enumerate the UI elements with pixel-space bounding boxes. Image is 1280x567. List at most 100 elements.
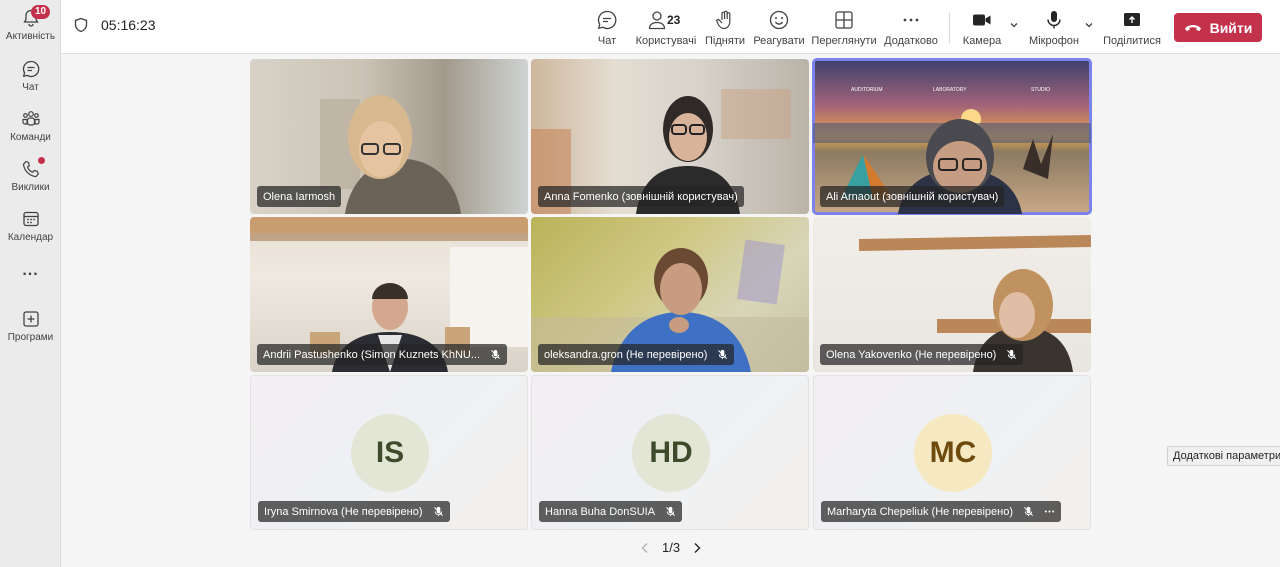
participant-name: Olena Iarmosh <box>263 190 336 203</box>
microphone-icon <box>1047 11 1061 29</box>
shield-icon[interactable] <box>73 17 89 33</box>
leave-button[interactable]: Вийти <box>1174 13 1262 42</box>
hang-up-icon <box>1184 24 1201 31</box>
participant-nameplate: Marharyta Chepeliuk (Не перевірено) <box>821 501 1062 522</box>
toolbar-divider <box>949 12 950 44</box>
leave-label: Вийти <box>1209 19 1253 36</box>
rail-calendar-label: Календар <box>7 232 54 243</box>
mic-off-icon <box>1024 506 1033 517</box>
rail-apps[interactable]: Програми <box>0 309 61 343</box>
mic-off-icon <box>491 349 500 360</box>
rail-chat[interactable]: Чат <box>0 59 61 93</box>
rail-activity-label: Активність <box>5 31 56 42</box>
rail-teams[interactable]: Команди <box>0 109 61 143</box>
avatar: IS <box>351 414 429 492</box>
share-button[interactable]: Поділитися <box>1103 9 1161 47</box>
people-count: 23 <box>667 13 681 27</box>
rail-calls[interactable]: Виклики <box>0 157 61 193</box>
meeting-toolbar: 05:16:23 Чат 23 Користувачі Підняти Реаг… <box>61 0 1280 54</box>
participant-name: Marharyta Chepeliuk (Не перевірено) <box>827 505 1014 518</box>
rail-teams-label: Команди <box>10 132 51 143</box>
raise-hand-label: Підняти <box>705 35 745 47</box>
camera-options-chevron-icon[interactable] <box>1009 20 1019 30</box>
chevron-right-icon[interactable] <box>692 542 702 554</box>
gallery-pager: 1/3 <box>640 540 702 555</box>
participant-nameplate: Anna Fomenko (зовнішній користувач) <box>538 186 744 207</box>
more-actions-button[interactable]: Додатково <box>884 9 938 47</box>
participant-tile-0[interactable]: Olena Iarmosh <box>250 59 528 214</box>
participant-nameplate: Olena Yakovenko (Не перевірено) <box>820 344 1024 365</box>
participant-tile-8[interactable]: MC Marharyta Chepeliuk (Не перевірено) <box>813 375 1091 530</box>
more-icon: ... <box>22 262 39 279</box>
camera-label: Камера <box>962 35 1002 47</box>
participant-nameplate: Iryna Smirnova (Не перевірено) <box>258 501 450 522</box>
avatar: MC <box>914 414 992 492</box>
participant-nameplate: Olena Iarmosh <box>257 186 342 207</box>
slide-label-auditorium: AUDITORIUM <box>851 87 883 93</box>
more-options-tooltip: Додаткові параметри <box>1167 446 1280 466</box>
more-horizontal-icon <box>903 18 919 22</box>
meeting-timer: 05:16:23 <box>73 17 156 33</box>
people-button-label: Користувачі <box>635 35 697 47</box>
view-button[interactable]: Переглянути <box>811 9 877 47</box>
camera-icon <box>973 14 991 26</box>
participant-tile-5[interactable]: Olena Yakovenko (Не перевірено) <box>813 217 1091 372</box>
microphone-button[interactable]: Мікрофон <box>1028 9 1080 47</box>
chat-icon <box>22 60 39 78</box>
mic-off-icon <box>433 506 443 517</box>
mic-off-icon <box>1007 349 1017 360</box>
participant-nameplate: Andrii Pastushenko (Simon Kuznets KhNU..… <box>257 344 508 365</box>
teams-icon <box>21 111 40 126</box>
chat-icon <box>597 10 617 30</box>
microphone-options-chevron-icon[interactable] <box>1084 20 1094 30</box>
participant-tile-3[interactable]: Andrii Pastushenko (Simon Kuznets KhNU..… <box>250 217 528 372</box>
participant-name: Andrii Pastushenko (Simon Kuznets KhNU..… <box>263 348 481 361</box>
participant-tile-1[interactable]: Anna Fomenko (зовнішній користувач) <box>531 59 809 214</box>
participant-name: Olena Yakovenko (Не перевірено) <box>826 348 997 361</box>
view-label: Переглянути <box>811 35 877 47</box>
participant-tile-4[interactable]: oleksandra.gron (Не перевірено) <box>531 217 809 372</box>
slide-label-studio: STUDIO <box>1031 87 1050 93</box>
grid-view-icon <box>835 11 853 29</box>
people-icon <box>648 11 666 30</box>
smiley-icon <box>769 10 789 30</box>
chat-button[interactable]: Чат <box>592 9 622 47</box>
share-label: Поділитися <box>1103 35 1161 47</box>
raise-hand-button[interactable]: Підняти <box>705 9 745 47</box>
participant-name: Anna Fomenko (зовнішній користувач) <box>544 190 738 203</box>
react-button[interactable]: Реагувати <box>753 9 805 47</box>
participant-tile-7[interactable]: HD Hanna Buha DonSUIA <box>531 375 809 530</box>
chevron-left-icon[interactable] <box>640 542 650 554</box>
rail-calls-label: Виклики <box>11 182 50 193</box>
rail-activity[interactable]: 10 Активність <box>0 5 61 42</box>
participant-name: oleksandra.gron (Не перевірено) <box>544 348 708 361</box>
add-apps-icon <box>22 311 39 327</box>
rail-apps-label: Програми <box>7 332 54 343</box>
chat-button-label: Чат <box>597 35 617 47</box>
app-rail: 10 Активність Чат Команди Виклики Календ… <box>0 0 61 567</box>
raise-hand-icon <box>716 10 731 30</box>
microphone-label: Мікрофон <box>1029 35 1079 47</box>
react-label: Реагувати <box>753 35 805 47</box>
participant-nameplate: Hanna Buha DonSUIA <box>539 501 683 522</box>
participant-nameplate: oleksandra.gron (Не перевірено) <box>538 344 735 365</box>
page-indicator: 1/3 <box>662 540 681 555</box>
avatar: HD <box>632 414 710 492</box>
participant-tile-2[interactable]: AUDITORIUM LABORATORY STUDIO Ali Arnaout… <box>812 58 1092 215</box>
calls-notification-dot <box>38 157 45 164</box>
participant-tile-6[interactable]: IS Iryna Smirnova (Не перевірено) <box>250 375 528 530</box>
participant-nameplate: Ali Arnaout (зовнішній користувач) <box>820 186 1005 207</box>
mic-off-icon <box>718 349 728 360</box>
participant-name: Ali Arnaout (зовнішній користувач) <box>826 190 999 203</box>
timer-text: 05:16:23 <box>101 17 156 33</box>
share-screen-icon <box>1124 13 1140 26</box>
more-options-icon[interactable] <box>1044 506 1055 517</box>
people-button[interactable]: 23 Користувачі <box>636 9 696 47</box>
rail-more[interactable]: ... <box>0 262 61 280</box>
participant-name: Hanna Buha DonSUIA <box>545 505 656 518</box>
camera-button[interactable]: Камера <box>963 9 1001 47</box>
calendar-icon <box>22 211 39 227</box>
rail-calendar[interactable]: Календар <box>0 209 61 243</box>
more-actions-label: Додатково <box>884 35 938 47</box>
mic-off-icon <box>666 506 676 517</box>
